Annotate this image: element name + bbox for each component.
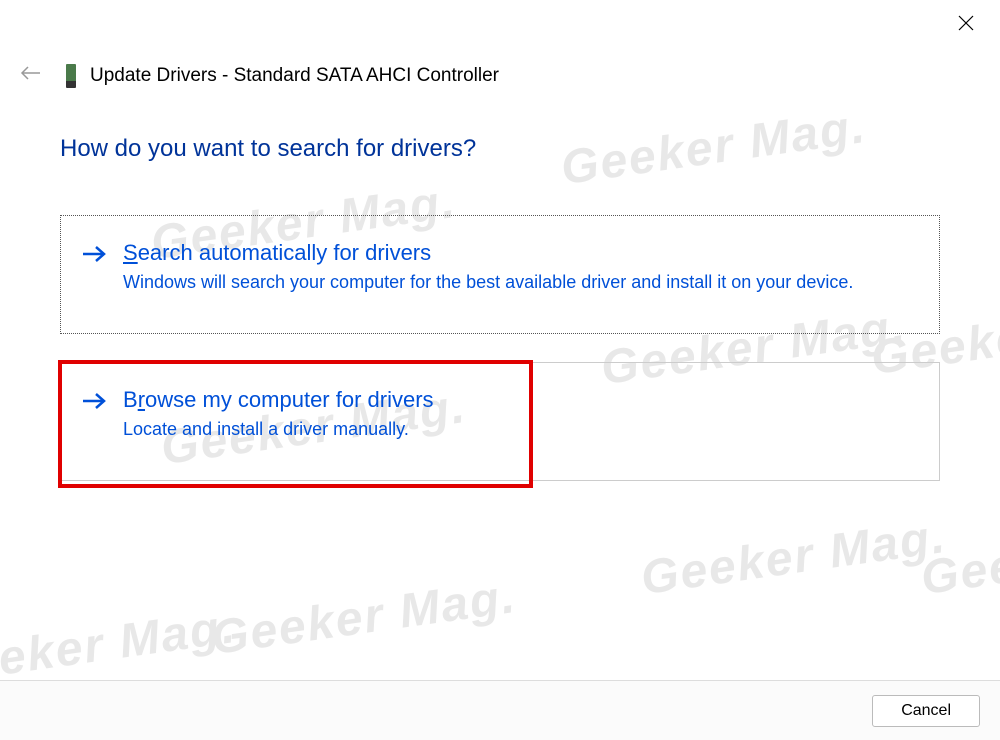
watermark-text: Geeker Mag. (918, 509, 1000, 606)
content-area: How do you want to search for drivers? S… (60, 135, 940, 509)
option-browse-computer[interactable]: Browse my computer for drivers Locate an… (60, 362, 940, 481)
cancel-button[interactable]: Cancel (872, 695, 980, 727)
option-description: Windows will search your computer for th… (123, 270, 919, 295)
question-heading: How do you want to search for drivers? (60, 135, 940, 163)
arrow-right-icon (81, 242, 107, 268)
close-icon (958, 15, 974, 31)
arrow-right-icon (81, 389, 107, 415)
dialog-header: Update Drivers - Standard SATA AHCI Cont… (16, 60, 499, 91)
option-description: Locate and install a driver manually. (123, 417, 919, 442)
back-button[interactable] (16, 60, 46, 91)
watermark-text: Geeker Mag. (208, 569, 520, 666)
option-title: Browse my computer for drivers (123, 387, 919, 413)
close-button[interactable] (948, 8, 984, 43)
dialog-title: Update Drivers - Standard SATA AHCI Cont… (90, 65, 499, 87)
option-title: Search automatically for drivers (123, 240, 919, 266)
device-icon (66, 64, 76, 88)
option-search-automatically[interactable]: Search automatically for drivers Windows… (60, 215, 940, 334)
title-section: Update Drivers - Standard SATA AHCI Cont… (66, 64, 499, 88)
back-arrow-icon (20, 65, 42, 81)
watermark-text: Geeker Mag. (638, 509, 950, 606)
dialog-footer: Cancel (0, 680, 1000, 740)
